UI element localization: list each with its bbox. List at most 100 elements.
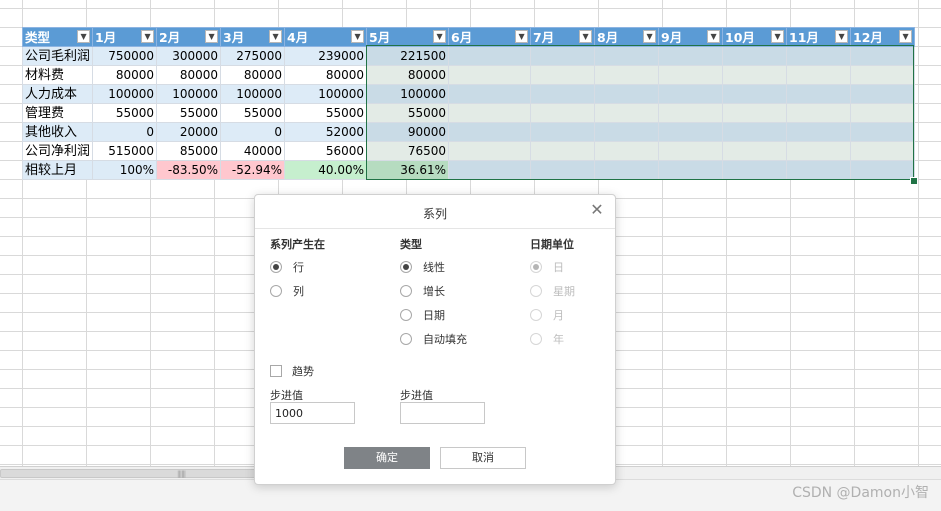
table-cell[interactable] [658, 65, 724, 85]
table-cell[interactable]: 100000 [284, 84, 368, 104]
table-cell[interactable] [594, 84, 660, 104]
radio-icon[interactable] [400, 285, 412, 297]
column-header[interactable]: 4月 ▼ [284, 27, 368, 47]
column-header[interactable]: 7月 ▼ [530, 27, 596, 47]
table-cell[interactable] [448, 65, 532, 85]
table-cell[interactable] [530, 103, 596, 123]
type-option[interactable]: 增长 [400, 283, 445, 299]
table-cell[interactable]: 55000 [284, 103, 368, 123]
column-header[interactable]: 10月 ▼ [722, 27, 788, 47]
filter-dropdown-icon[interactable]: ▼ [771, 30, 785, 43]
table-cell[interactable]: 100000 [156, 84, 222, 104]
table-cell[interactable]: 100% [92, 160, 158, 180]
type-option[interactable]: 自动填充 [400, 331, 467, 347]
column-header[interactable]: 2月 ▼ [156, 27, 222, 47]
table-cell[interactable]: 52000 [284, 122, 368, 142]
stop-value-input[interactable] [400, 402, 485, 424]
table-cell[interactable] [850, 103, 916, 123]
table-cell[interactable] [722, 84, 788, 104]
table-cell[interactable]: 55000 [220, 103, 286, 123]
table-cell[interactable] [786, 122, 852, 142]
table-cell[interactable] [722, 160, 788, 180]
table-cell[interactable]: 275000 [220, 46, 286, 66]
table-cell[interactable] [850, 46, 916, 66]
table-cell[interactable] [850, 65, 916, 85]
table-cell[interactable]: 80000 [156, 65, 222, 85]
cancel-button[interactable]: 取消 [440, 447, 526, 469]
table-cell[interactable] [594, 65, 660, 85]
row-label[interactable]: 管理费 [21, 103, 94, 123]
ok-button[interactable]: 确定 [344, 447, 430, 469]
row-label[interactable]: 人力成本 [21, 84, 94, 104]
table-cell[interactable]: 80000 [92, 65, 158, 85]
table-cell[interactable] [722, 103, 788, 123]
radio-icon[interactable] [400, 333, 412, 345]
filter-dropdown-icon[interactable]: ▼ [141, 30, 155, 43]
step-value-input[interactable] [270, 402, 355, 424]
table-cell[interactable]: 0 [92, 122, 158, 142]
table-cell[interactable] [594, 160, 660, 180]
table-cell[interactable] [530, 141, 596, 161]
series-in-option[interactable]: 列 [270, 283, 304, 299]
table-cell[interactable] [658, 84, 724, 104]
table-cell[interactable]: 55000 [156, 103, 222, 123]
table-cell[interactable]: 36.61% [366, 160, 450, 180]
table-cell[interactable] [786, 103, 852, 123]
column-header[interactable]: 类型 ▼ [21, 27, 94, 47]
table-cell[interactable] [722, 141, 788, 161]
table-cell[interactable] [448, 141, 532, 161]
table-cell[interactable] [594, 122, 660, 142]
filter-dropdown-icon[interactable]: ▼ [643, 30, 657, 43]
row-label[interactable]: 公司毛利润 [21, 46, 94, 66]
table-cell[interactable]: 76500 [366, 141, 450, 161]
row-label[interactable]: 材料费 [21, 65, 94, 85]
row-label[interactable]: 相较上月 [21, 160, 94, 180]
radio-icon[interactable] [400, 309, 412, 321]
filter-dropdown-icon[interactable]: ▼ [899, 30, 913, 43]
filter-dropdown-icon[interactable]: ▼ [77, 30, 91, 43]
column-header[interactable]: 9月 ▼ [658, 27, 724, 47]
column-header[interactable]: 11月 ▼ [786, 27, 852, 47]
table-cell[interactable] [594, 141, 660, 161]
table-cell[interactable]: 300000 [156, 46, 222, 66]
table-cell[interactable] [722, 122, 788, 142]
filter-dropdown-icon[interactable]: ▼ [707, 30, 721, 43]
row-label[interactable]: 其他收入 [21, 122, 94, 142]
checkbox-icon[interactable] [270, 365, 282, 377]
column-header[interactable]: 6月 ▼ [448, 27, 532, 47]
table-cell[interactable] [594, 103, 660, 123]
filter-dropdown-icon[interactable]: ▼ [515, 30, 529, 43]
table-cell[interactable] [722, 46, 788, 66]
table-cell[interactable] [786, 65, 852, 85]
table-cell[interactable] [850, 122, 916, 142]
table-cell[interactable] [786, 84, 852, 104]
radio-icon[interactable] [400, 261, 412, 273]
table-cell[interactable] [594, 46, 660, 66]
table-cell[interactable]: 80000 [366, 65, 450, 85]
type-option[interactable]: 线性 [400, 259, 445, 275]
table-cell[interactable] [448, 46, 532, 66]
table-cell[interactable] [448, 160, 532, 180]
table-cell[interactable]: 239000 [284, 46, 368, 66]
radio-icon[interactable] [270, 285, 282, 297]
radio-icon[interactable] [270, 261, 282, 273]
table-cell[interactable]: 85000 [156, 141, 222, 161]
filter-dropdown-icon[interactable]: ▼ [269, 30, 283, 43]
filter-dropdown-icon[interactable]: ▼ [351, 30, 365, 43]
table-cell[interactable] [658, 46, 724, 66]
table-cell[interactable]: 80000 [284, 65, 368, 85]
trend-checkbox[interactable]: 趋势 [270, 363, 314, 379]
table-cell[interactable] [850, 84, 916, 104]
table-cell[interactable] [448, 122, 532, 142]
table-cell[interactable] [722, 65, 788, 85]
table-cell[interactable] [850, 160, 916, 180]
table-cell[interactable] [530, 46, 596, 66]
table-cell[interactable] [658, 122, 724, 142]
table-cell[interactable] [786, 141, 852, 161]
column-header[interactable]: 3月 ▼ [220, 27, 286, 47]
table-cell[interactable] [658, 141, 724, 161]
series-in-option[interactable]: 行 [270, 259, 304, 275]
table-cell[interactable]: 40.00% [284, 160, 368, 180]
table-cell[interactable]: 56000 [284, 141, 368, 161]
filter-dropdown-icon[interactable]: ▼ [205, 30, 219, 43]
